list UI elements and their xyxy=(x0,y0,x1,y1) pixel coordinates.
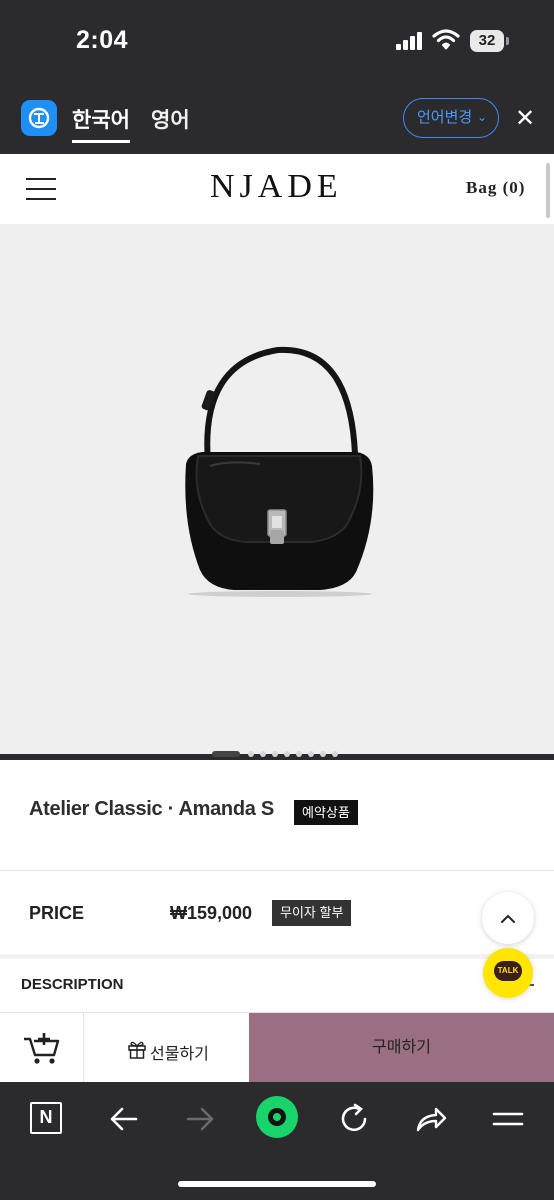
carousel-dot[interactable] xyxy=(248,751,254,757)
carousel-dot[interactable] xyxy=(272,751,278,757)
carousel-dots[interactable] xyxy=(0,748,554,760)
price-label: PRICE xyxy=(29,903,85,923)
battery-icon: 32 xyxy=(470,30,510,52)
forward-arrow-icon[interactable] xyxy=(184,1102,218,1136)
close-icon[interactable]: ✕ xyxy=(512,106,538,132)
home-indicator xyxy=(178,1181,376,1187)
tab-korean[interactable]: 한국어 xyxy=(72,104,130,134)
handbag-image xyxy=(185,346,374,597)
translate-bar: 한국어 영어 언어변경 ⌄ ✕ xyxy=(0,84,554,154)
kakao-talk-button[interactable]: TALK xyxy=(483,948,533,998)
reload-icon[interactable] xyxy=(337,1102,371,1136)
product-info: Atelier Classic · Amanda S 예약상품 PRICE ₩1… xyxy=(0,760,554,1012)
carousel-dot[interactable] xyxy=(284,751,290,757)
menu-lines-icon[interactable] xyxy=(491,1102,525,1136)
scroll-top-button[interactable] xyxy=(482,892,534,944)
kakao-talk-icon: TALK xyxy=(494,961,522,981)
gift-icon xyxy=(128,1041,146,1059)
green-circle-icon[interactable] xyxy=(256,1096,298,1138)
divider xyxy=(0,870,554,871)
scroll-top-icon xyxy=(501,914,515,923)
change-language-button[interactable]: 언어변경 ⌄ xyxy=(403,98,499,138)
product-image[interactable] xyxy=(0,224,554,754)
signal-icon xyxy=(396,32,426,50)
back-arrow-icon[interactable] xyxy=(106,1102,140,1136)
action-bar: 선물하기 구매하기 xyxy=(0,1012,554,1083)
buy-button[interactable]: 구매하기 xyxy=(249,1013,554,1083)
carousel-dot-active[interactable] xyxy=(212,751,240,757)
product-title: Atelier Classic · Amanda S xyxy=(29,798,274,820)
status-bar: 2:04 32 xyxy=(0,0,554,84)
site-header: NJADE Bag (0) xyxy=(0,154,554,224)
price-value: ₩159,000 xyxy=(170,903,253,923)
tab-english[interactable]: 영어 xyxy=(151,104,190,134)
n-icon[interactable]: N xyxy=(30,1102,62,1134)
carousel-dot[interactable] xyxy=(332,751,338,757)
gift-button[interactable]: 선물하기 xyxy=(84,1013,249,1083)
brand-logo[interactable]: NJADE xyxy=(210,168,343,206)
carousel-dot[interactable] xyxy=(296,751,302,757)
cart-add-icon xyxy=(24,1033,60,1064)
translate-logo-icon xyxy=(21,100,57,136)
carousel-dot[interactable] xyxy=(260,751,266,757)
divider xyxy=(0,954,554,959)
active-tab-underline xyxy=(72,140,130,143)
installment-badge[interactable]: 무이자 할부 xyxy=(272,900,352,926)
share-icon[interactable] xyxy=(414,1102,448,1136)
scrollbar xyxy=(546,163,550,218)
status-time: 2:04 xyxy=(76,26,129,54)
gift-label: 선물하기 xyxy=(150,1046,209,1063)
carousel-dot[interactable] xyxy=(320,751,326,757)
change-language-label: 언어변경 xyxy=(417,109,473,126)
add-to-cart-button[interactable] xyxy=(0,1013,84,1083)
bag-link[interactable]: Bag (0) xyxy=(466,178,525,198)
description-label[interactable]: DESCRIPTION xyxy=(21,976,124,993)
menu-icon[interactable] xyxy=(26,178,58,200)
chevron-down-icon: ⌄ xyxy=(476,110,487,124)
wifi-icon xyxy=(432,29,460,50)
preorder-badge: 예약상품 xyxy=(294,800,358,825)
battery-level: 32 xyxy=(470,30,504,52)
carousel-dot[interactable] xyxy=(308,751,314,757)
